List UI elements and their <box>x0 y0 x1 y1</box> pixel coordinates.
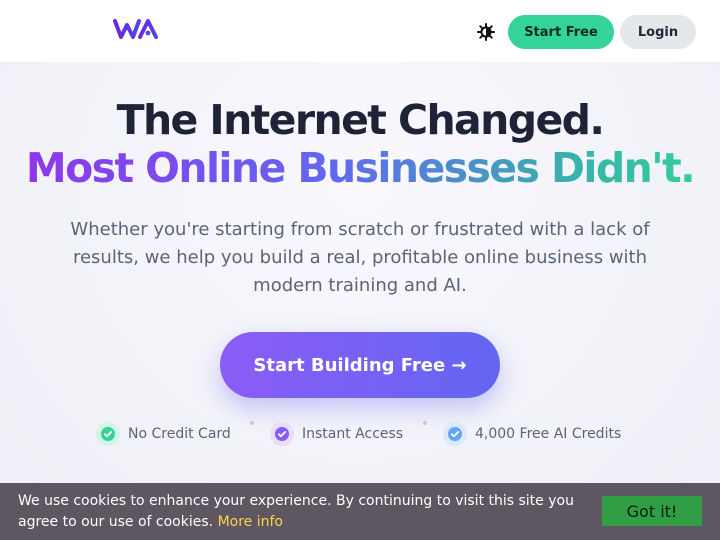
feature-no-credit-card: No Credit Card <box>96 420 231 448</box>
cookie-message: We use cookies to enhance your experienc… <box>18 491 588 533</box>
logo[interactable] <box>112 17 160 41</box>
more-info-link[interactable]: More info <box>218 514 283 530</box>
feature-list: No Credit Card Instant Access 4,000 Free… <box>0 420 720 448</box>
cookie-text: We use cookies to enhance your experienc… <box>18 493 574 530</box>
headline-line-2: Most Online Businesses Didn't. <box>0 144 720 192</box>
hero-subtitle: Whether you're starting from scratch or … <box>70 219 650 296</box>
headline-line-1: The Internet Changed. <box>116 96 605 144</box>
feature-label: 4,000 Free AI Credits <box>475 426 622 442</box>
check-circle-icon <box>96 422 120 446</box>
check-circle-icon <box>443 422 467 446</box>
contrast-icon <box>477 23 495 41</box>
got-it-button[interactable]: Got it! <box>602 496 702 526</box>
feature-ai-credits: 4,000 Free AI Credits <box>443 420 621 448</box>
start-free-button[interactable]: Start Free <box>508 15 614 49</box>
separator-dot <box>250 421 254 425</box>
feature-label: No Credit Card <box>128 426 231 442</box>
login-button[interactable]: Login <box>620 15 696 49</box>
feature-label: Instant Access <box>302 426 404 442</box>
separator-dot <box>423 421 427 425</box>
theme-toggle[interactable] <box>476 22 496 42</box>
feature-instant-access: Instant Access <box>270 420 403 448</box>
site-header: Start Free Login <box>0 0 720 62</box>
cookie-banner: We use cookies to enhance your experienc… <box>0 483 720 540</box>
start-building-free-button[interactable]: Start Building Free → <box>220 332 500 398</box>
check-circle-icon <box>270 422 294 446</box>
